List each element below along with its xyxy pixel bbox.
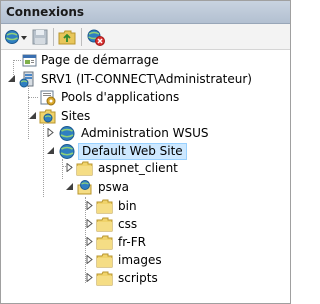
- up-folder-icon[interactable]: [58, 28, 76, 46]
- tree-item-label: aspnet_client: [98, 161, 178, 175]
- folder-icon: [96, 234, 114, 251]
- folder-icon: [96, 198, 114, 215]
- tree-item-site-wsus[interactable]: Administration WSUS: [1, 124, 290, 143]
- folder-icon: [96, 216, 114, 233]
- toolbar-separator: [81, 28, 82, 46]
- panel-title: Connexions: [1, 1, 290, 24]
- folder-icon: [96, 270, 114, 287]
- expand-icon[interactable]: [85, 237, 94, 246]
- sites-folder-icon: [39, 108, 57, 125]
- tree-item-scripts[interactable]: scripts: [1, 269, 290, 288]
- tree-item-label: Default Web Site: [78, 143, 187, 160]
- disconnect-icon[interactable]: [87, 28, 105, 46]
- tree-item-server[interactable]: SRV1 (IT-CONNECT\Administrateur): [1, 70, 290, 89]
- expand-icon[interactable]: [85, 255, 94, 264]
- tree-item-label: Sites: [61, 109, 91, 123]
- expand-icon[interactable]: [65, 163, 74, 172]
- tree-item-label: pswa: [98, 180, 130, 194]
- tree-item-pswa[interactable]: pswa: [1, 178, 290, 197]
- app-pools-icon: [39, 89, 57, 106]
- server-icon: [19, 71, 37, 88]
- toolbar-separator: [53, 28, 54, 46]
- start-page-icon: [21, 52, 39, 69]
- collapse-icon[interactable]: [65, 182, 74, 191]
- globe-icon: [58, 143, 76, 160]
- connections-panel: Connexions Page de démarrage SRV1 (IT-CO…: [0, 0, 291, 304]
- connections-tree: Page de démarrage SRV1 (IT-CONNECT\Admin…: [1, 51, 290, 303]
- folder-icon: [96, 252, 114, 269]
- tree-item-fr-fr[interactable]: fr-FR: [1, 233, 290, 252]
- tree-item-label: css: [118, 217, 138, 231]
- tree-item-label: Administration WSUS: [81, 126, 209, 140]
- tree-item-start-page[interactable]: Page de démarrage: [1, 51, 290, 70]
- folder-icon: [76, 160, 94, 177]
- tree-item-label: Page de démarrage: [41, 53, 159, 67]
- tree-item-label: Pools d'applications: [61, 90, 180, 104]
- collapse-icon[interactable]: [28, 111, 37, 120]
- tree-item-label: fr-FR: [118, 235, 146, 249]
- globe-icon: [58, 125, 76, 142]
- tree-item-bin[interactable]: bin: [1, 197, 290, 216]
- expand-icon[interactable]: [85, 201, 94, 210]
- tree-item-images[interactable]: images: [1, 251, 290, 270]
- tree-item-app-pools[interactable]: Pools d'applications: [1, 88, 290, 107]
- expand-icon[interactable]: [85, 219, 94, 228]
- tree-item-label: scripts: [118, 271, 158, 285]
- connect-icon[interactable]: [4, 28, 28, 46]
- collapse-icon[interactable]: [7, 74, 16, 83]
- save-icon[interactable]: [31, 28, 49, 46]
- tree-item-label: images: [118, 253, 162, 267]
- tree-item-css[interactable]: css: [1, 215, 290, 234]
- tree-item-label: SRV1 (IT-CONNECT\Administrateur): [41, 72, 252, 86]
- tree-item-aspnet-client[interactable]: aspnet_client: [1, 159, 290, 178]
- application-icon: [76, 179, 94, 196]
- expand-icon[interactable]: [46, 128, 55, 137]
- tree-item-label: bin: [118, 199, 137, 213]
- toolbar: [1, 24, 290, 50]
- expand-icon[interactable]: [85, 273, 94, 282]
- collapse-icon[interactable]: [46, 146, 55, 155]
